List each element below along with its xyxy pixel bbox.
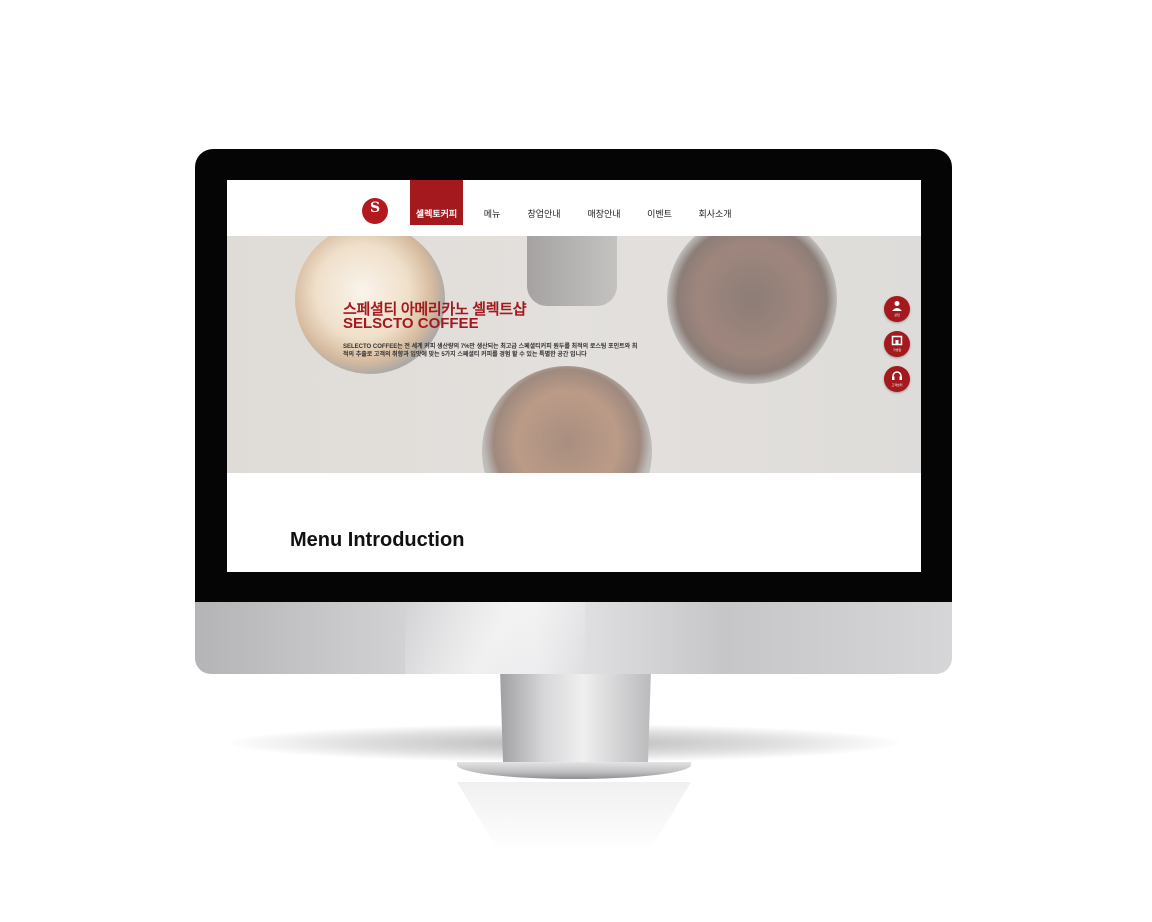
chin-highlight [405,602,585,674]
selecto-logo[interactable]: S [362,198,388,224]
consult-icon [892,301,902,311]
quick-support-label: 고객센터 [891,383,903,387]
stand-reflection [457,782,691,852]
nav-item-event[interactable]: 이벤트 [642,180,677,225]
nav-item-menu[interactable]: 메뉴 [477,180,507,225]
headset-icon [892,371,902,380]
quick-support-button[interactable]: 고객센터 [884,366,910,392]
nav-item-stores[interactable]: 매장안내 [584,180,624,225]
nav-item-company[interactable]: 회사소개 [695,180,735,225]
quick-consult-button[interactable]: 상담 [884,296,910,322]
store-icon [891,335,903,346]
monitor-stand [500,674,651,769]
nav-item-franchise[interactable]: 창업안내 [524,180,564,225]
nav-item-brand[interactable]: 셀렉토커피 [410,180,463,225]
website-screen: S 셀렉토커피 메뉴 창업안내 매장안내 이벤트 회사소개 스페셜티 아메리카노… [227,180,921,572]
monitor-stand-base [457,762,691,779]
menu-section-title: Menu Introduction [290,529,465,551]
hero-description: SELECTO COFFEE는 전 세계 커피 생산량의 7%만 생산되는 최고… [343,344,638,358]
hero-subtitle: SELSCTO COFFEE [343,315,479,332]
logo-mark: S [369,200,381,216]
quick-store-label: 가맹점 [892,348,902,352]
hero-banner: 스페셜티 아메리카노 셀렉트샵 SELSCTO COFFEE SELECTO C… [227,236,921,473]
quick-store-button[interactable]: 가맹점 [884,331,910,357]
quick-consult-label: 상담 [894,313,900,317]
top-navigation: S 셀렉토커피 메뉴 창업안내 매장안내 이벤트 회사소개 [227,180,921,236]
